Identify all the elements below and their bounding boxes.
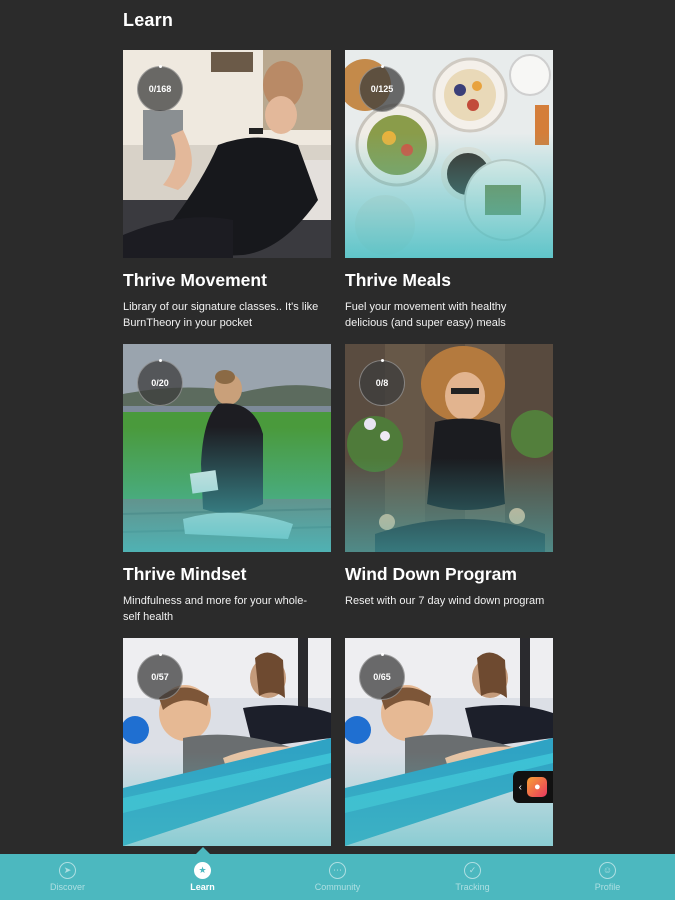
learn-icon: ★ (194, 862, 211, 879)
program-card-5[interactable]: 0/57 (123, 638, 331, 848)
program-description: Fuel your movement with healthy deliciou… (345, 301, 507, 329)
nav-item-profile[interactable]: ☺ Profile (540, 854, 675, 900)
progress-counter: 0/20 (137, 359, 183, 406)
progress-counter: 0/8 (359, 359, 405, 406)
program-title[interactable]: Thrive Meals (345, 270, 553, 291)
progress-counter: 0/57 (137, 653, 183, 700)
nav-item-community[interactable]: ⋯ Community (270, 854, 405, 900)
program-description: Library of our signature classes.. It's … (123, 301, 319, 329)
program-card-6[interactable]: 0/65 (345, 638, 553, 848)
progress-counter: 0/125 (359, 65, 405, 112)
nav-item-learn[interactable]: ★ Learn (135, 847, 270, 900)
program-card-thrive-mindset[interactable]: 0/20 Thrive Mindset Mindfulness and more… (123, 344, 331, 638)
program-description: Reset with our 7 day wind down program (345, 595, 545, 607)
program-thumbnail[interactable]: 0/168 (123, 50, 331, 258)
nav-item-tracking[interactable]: ✓ Tracking (405, 854, 540, 900)
nav-label: Tracking (455, 882, 490, 892)
nav-label: Discover (49, 882, 85, 892)
progress-counter: 0/168 (137, 65, 183, 112)
bottom-navigation: ➤ Discover ★ Learn ⋯ Community ✓ Trackin… (0, 847, 675, 900)
program-grid: 0/168 Thrive Movement Library of our sig… (123, 50, 553, 848)
program-thumbnail[interactable]: 0/8 (345, 344, 553, 552)
floating-app-shortcut[interactable]: ‹ ● (513, 771, 553, 803)
compass-icon: ➤ (59, 862, 76, 879)
tracking-icon: ✓ (464, 862, 481, 879)
program-title[interactable]: Wind Down Program (345, 564, 553, 585)
app-badge-icon[interactable]: ● (527, 777, 548, 797)
nav-label: Learn (190, 882, 215, 892)
program-card-thrive-meals[interactable]: 0/125 Thrive Meals Fuel your movement wi… (345, 50, 553, 344)
profile-icon: ☺ (599, 862, 616, 879)
nav-label: Profile (594, 882, 621, 892)
chevron-left-icon[interactable]: ‹ (519, 782, 522, 793)
page-title: Learn (123, 10, 174, 30)
program-description: Mindfulness and more for your whole-self… (123, 595, 308, 623)
nav-item-discover[interactable]: ➤ Discover (0, 854, 135, 900)
program-card-thrive-movement[interactable]: 0/168 Thrive Movement Library of our sig… (123, 50, 331, 344)
chat-icon: ⋯ (329, 862, 346, 879)
program-thumbnail[interactable]: 0/57 (123, 638, 331, 846)
program-thumbnail[interactable]: 0/125 (345, 50, 553, 258)
program-thumbnail[interactable]: 0/20 (123, 344, 331, 552)
nav-label: Community (314, 882, 361, 892)
program-thumbnail[interactable]: 0/65 (345, 638, 553, 846)
program-title[interactable]: Thrive Mindset (123, 564, 331, 585)
program-title[interactable]: Thrive Movement (123, 270, 331, 291)
progress-counter: 0/65 (359, 653, 405, 700)
program-card-wind-down[interactable]: 0/8 Wind Down Program Reset with our 7 d… (345, 344, 553, 638)
